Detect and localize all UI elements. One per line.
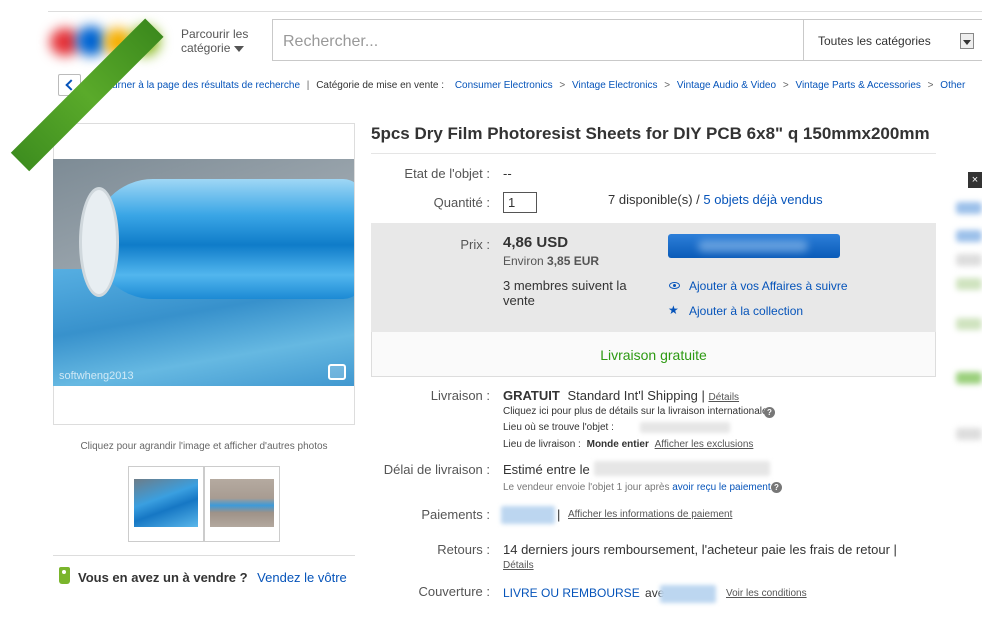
add-to-watchlist-link[interactable]: Ajouter à vos Affaires à suivre [689, 279, 848, 293]
ships-to-label: Lieu de livraison : [503, 439, 581, 450]
main-product-photo[interactable]: softwheng2013 [53, 159, 354, 386]
shipping-summary: GRATUIT Standard Int'l Shipping | Détail… [503, 388, 739, 403]
watchers-text: 3 membres suivent la vente [503, 278, 627, 308]
help-icon[interactable]: ? [771, 482, 782, 493]
browse-categories-button[interactable]: Parcourir les catégorie [181, 27, 248, 55]
search-input[interactable]: Rechercher... [272, 19, 804, 61]
dropdown-arrow-icon[interactable] [960, 33, 974, 49]
image-zoom-caption: Cliquez pour agrandir l'image et affiche… [80, 441, 328, 452]
approx-value: 3,85 EUR [547, 254, 600, 268]
star-icon: ★ [668, 303, 679, 317]
right-side-panel: × [948, 172, 982, 637]
watchers-line2: vente [503, 293, 535, 308]
buy-now-button[interactable] [668, 234, 840, 258]
caret-down-icon [234, 45, 245, 52]
sell-prompt: Vous en avez un à vendre ? Vendez le vôt… [78, 570, 347, 585]
handling-time: Le vendeur envoie l'objet 1 jour après [503, 482, 670, 493]
item-title: 5pcs Dry Film Photoresist Sheets for DIY… [371, 124, 930, 143]
availability: 7 disponible(s) / 5 objets déjà vendus [608, 192, 823, 207]
sell-question: Vous en avez un à vendre ? [78, 570, 248, 585]
payment-method-logo [501, 506, 555, 524]
delivery-dates [594, 461, 770, 476]
expand-photo-icon[interactable] [328, 364, 346, 380]
breadcrumb-item-vintage-electronics[interactable]: Vintage Electronics [572, 80, 657, 91]
sell-divider [53, 555, 355, 556]
help-icon[interactable]: ? [764, 407, 775, 418]
coverage-guarantee: LIVRE OU REMBOURSE avec [503, 586, 670, 600]
condition-value: -- [503, 166, 512, 181]
ships-to-value: Monde entier [586, 439, 649, 450]
view-conditions-link[interactable]: Voir les conditions [726, 588, 807, 599]
breadcrumb-item-vintage-audio-video[interactable]: Vintage Audio & Video [677, 80, 776, 91]
approx-prefix: Environ [503, 254, 544, 268]
shipping-details-link[interactable]: Détails [708, 392, 739, 403]
category-label: Catégorie de mise en vente : [316, 80, 445, 91]
title-divider [371, 153, 936, 154]
quantity-label: Quantité : [433, 195, 490, 210]
quantity-input[interactable]: 1 [503, 192, 537, 213]
shipping-free: GRATUIT [503, 388, 560, 403]
close-icon[interactable]: × [968, 172, 982, 188]
item-location-value [640, 422, 730, 433]
intl-shipping-note[interactable]: Cliquez ici pour plus de détails sur la … [503, 406, 770, 417]
thumbnail-1[interactable] [128, 466, 204, 542]
breadcrumb-item-vintage-parts[interactable]: Vintage Parts & Accessories [795, 80, 920, 91]
available-count: 7 disponible(s) / [608, 192, 700, 207]
back-to-results-link[interactable]: Retourner à la page des résultats de rec… [91, 80, 300, 91]
delivery-estimate: Estimé entre le [503, 462, 590, 477]
shipping-label: Livraison : [430, 388, 490, 403]
returns-policy: 14 derniers jours remboursement, l'achet… [503, 542, 897, 557]
top-divider [48, 11, 982, 12]
price-value: 4,86 USD [503, 234, 569, 251]
shipping-method: Standard Int'l Shipping | [567, 388, 705, 403]
payment-received-link[interactable]: avoir reçu le paiement [672, 482, 770, 493]
condition-label: Etat de l'objet : [404, 166, 490, 181]
sold-count-link[interactable]: 5 objets déjà vendus [703, 192, 822, 207]
breadcrumb: Retourner à la page des résultats de rec… [91, 80, 966, 91]
price-tag-icon [59, 567, 70, 584]
delivery-note: Le vendeur envoie l'objet 1 jour après a… [503, 482, 776, 493]
payments-separator: | [557, 507, 561, 522]
price-label: Prix : [460, 237, 490, 252]
returns-details-link[interactable]: Détails [503, 560, 534, 571]
price-approx: Environ 3,85 EUR [503, 254, 599, 268]
watchers-line1: 3 membres suivent la [503, 278, 627, 293]
payment-info-link[interactable]: Afficher les informations de paiement [568, 509, 732, 520]
item-location-label: Lieu où se trouve l'objet : [503, 422, 614, 433]
money-back-guarantee-link[interactable]: LIVRE OU REMBOURSE [503, 586, 640, 600]
ships-to: Lieu de livraison : Monde entier Affiche… [503, 439, 753, 450]
free-shipping-text: Livraison gratuite [600, 347, 707, 363]
category-select[interactable]: Toutes les catégories [803, 19, 982, 61]
delivery-label: Délai de livraison : [383, 462, 490, 477]
sell-yours-link[interactable]: Vendez le vôtre [257, 570, 347, 585]
thumbnail-2[interactable] [204, 466, 280, 542]
breadcrumb-item-consumer-electronics[interactable]: Consumer Electronics [455, 80, 553, 91]
browse-label-line1: Parcourir les [181, 27, 249, 41]
photo-watermark: softwheng2013 [59, 370, 134, 382]
coverage-logo [660, 585, 716, 603]
eye-icon [669, 282, 680, 289]
coverage-label: Couverture : [418, 584, 490, 599]
returns-label: Retours : [437, 542, 490, 557]
show-exclusions-link[interactable]: Afficher les exclusions [655, 439, 754, 450]
payments-label: Paiements : [421, 507, 490, 522]
browse-label-line2: catégorie [181, 41, 231, 55]
add-to-collection-link[interactable]: Ajouter à la collection [689, 304, 803, 318]
category-select-value: Toutes les catégories [818, 34, 931, 48]
breadcrumb-item-other[interactable]: Other [940, 80, 965, 91]
